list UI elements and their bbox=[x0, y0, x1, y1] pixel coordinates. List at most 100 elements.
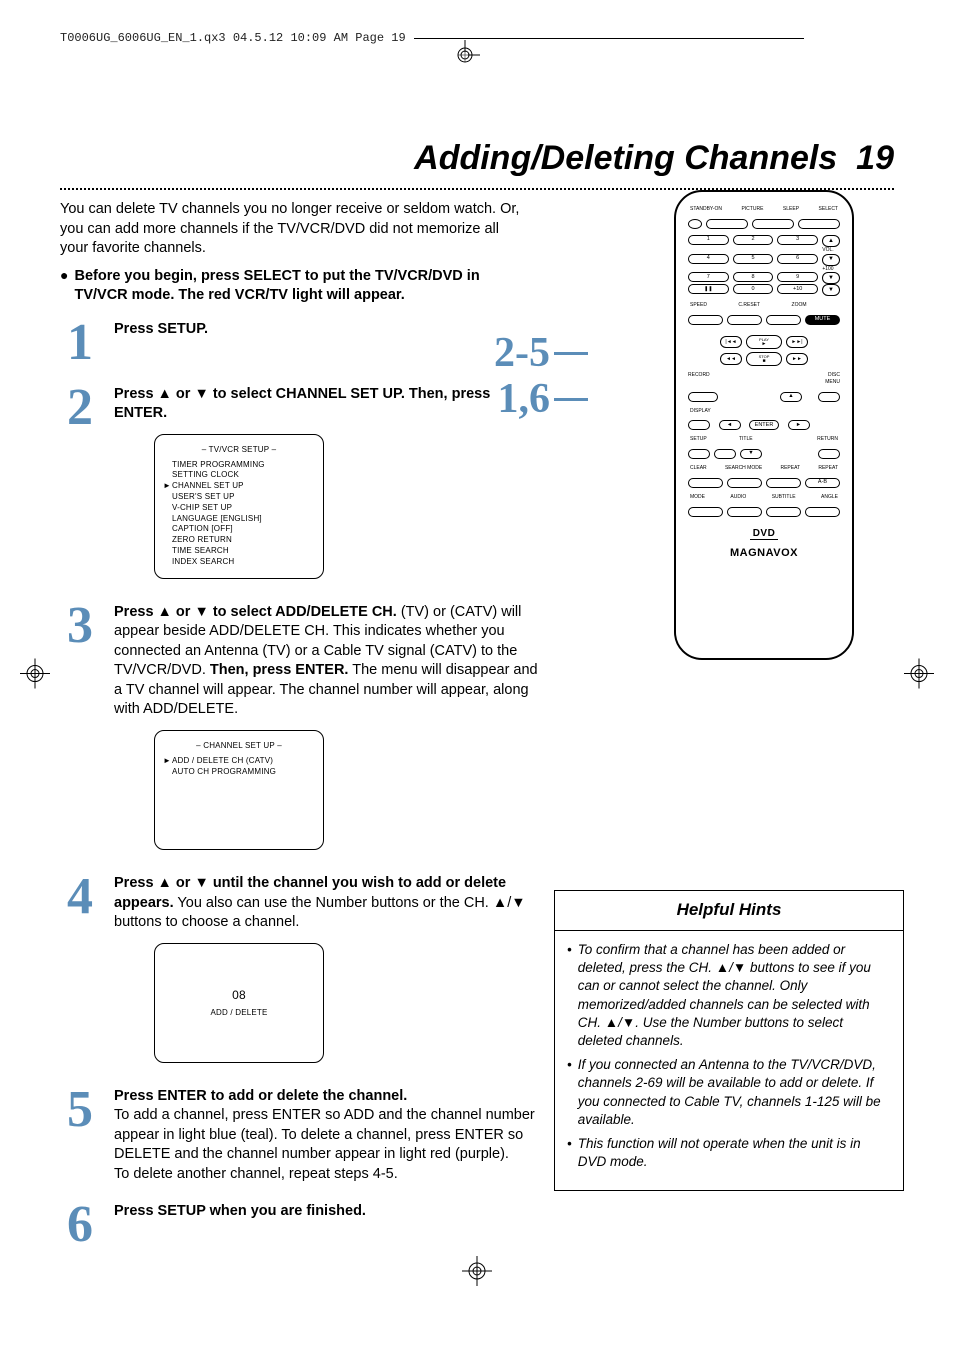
remote-row: ▲ bbox=[686, 392, 842, 402]
select-button[interactable] bbox=[798, 219, 840, 229]
hint-bullet: • bbox=[567, 1056, 572, 1129]
remote-label-row: VOL. bbox=[686, 247, 842, 254]
callout-bot-text: 1,6 bbox=[498, 376, 551, 422]
step-body: Press ▲ or ▼ to select CHANNEL SET UP. T… bbox=[114, 385, 540, 585]
callout-top: 2-5 bbox=[494, 330, 588, 376]
hint-bullet: • bbox=[567, 1135, 572, 1171]
stop-button[interactable]: STOP■ bbox=[746, 352, 782, 366]
mode-button[interactable] bbox=[688, 507, 723, 517]
clear-button[interactable] bbox=[688, 478, 723, 488]
setup-button[interactable] bbox=[688, 449, 710, 459]
num-+10-button[interactable]: +10 bbox=[777, 284, 818, 294]
step-4: 4 Press ▲ or ▼ until the channel you wis… bbox=[60, 874, 540, 1069]
num-0-button[interactable]: 0 bbox=[733, 284, 774, 294]
osd-channel-display: 08 ADD / DELETE bbox=[154, 943, 324, 1063]
skip-fwd-button[interactable]: ►►| bbox=[786, 336, 808, 348]
right-button[interactable]: ► bbox=[788, 420, 810, 430]
step-number: 6 bbox=[60, 1202, 100, 1249]
remote-row: ▼ bbox=[686, 449, 842, 459]
speed-button[interactable] bbox=[688, 315, 723, 325]
callout-top-text: 2-5 bbox=[494, 330, 550, 376]
osd-marker bbox=[163, 460, 169, 471]
audio-button[interactable] bbox=[727, 507, 762, 517]
osd-item: CAPTION [OFF] bbox=[163, 524, 315, 535]
pause-button[interactable]: ❚❚ bbox=[688, 284, 729, 294]
label-display: DISPLAY bbox=[686, 408, 842, 415]
label-sleep: SLEEP bbox=[783, 206, 799, 213]
label-setup: SETUP bbox=[690, 436, 707, 443]
num-9-button[interactable]: 9 bbox=[777, 272, 818, 282]
osd-marker bbox=[163, 514, 169, 525]
return-button[interactable] bbox=[818, 449, 840, 459]
label-record: RECORD bbox=[688, 372, 710, 386]
page-title-row: Adding/Deleting Channels 19 bbox=[60, 136, 894, 182]
title-button[interactable] bbox=[714, 449, 736, 459]
label-zoom: ZOOM bbox=[792, 302, 807, 309]
osd-header: – TV/VCR SETUP – bbox=[163, 445, 315, 456]
hint-item: •This function will not operate when the… bbox=[567, 1135, 891, 1171]
discmenu-button[interactable] bbox=[818, 392, 840, 402]
step-5-bold: Press ENTER to add or delete the channel… bbox=[114, 1088, 407, 1104]
side-label: VOL. bbox=[818, 247, 838, 254]
picture-button[interactable] bbox=[706, 219, 748, 229]
osd-item: ►CHANNEL SET UP bbox=[163, 481, 315, 492]
repeat-button[interactable] bbox=[766, 478, 801, 488]
label-title: TITLE bbox=[739, 436, 753, 443]
sleep-button[interactable] bbox=[752, 219, 794, 229]
numpad-row: 789 ▼ bbox=[686, 272, 842, 284]
num-3-button[interactable]: 3 bbox=[777, 235, 818, 245]
ch-down-button[interactable]: ▼ bbox=[822, 254, 840, 266]
step-number: 4 bbox=[60, 874, 100, 1069]
osd-marker bbox=[163, 470, 169, 481]
mute-button[interactable]: MUTE bbox=[805, 315, 840, 325]
skip-back-button[interactable]: |◄◄ bbox=[720, 336, 742, 348]
step-callouts: 2-5 1,6 bbox=[494, 330, 588, 422]
numpad-row: 123 ▲ bbox=[686, 235, 842, 247]
play-button[interactable]: PLAY► bbox=[746, 335, 782, 349]
side-label: +100 bbox=[818, 266, 838, 273]
osd-marker bbox=[163, 503, 169, 514]
creset-button[interactable] bbox=[727, 315, 762, 325]
step-5-text2: To delete another channel, repeat steps … bbox=[114, 1166, 398, 1182]
repeat-ab-button[interactable]: A-B bbox=[805, 478, 840, 488]
num-2-button[interactable]: 2 bbox=[733, 235, 774, 245]
rewind-button[interactable]: ◄◄ bbox=[720, 353, 742, 365]
vol-down-button[interactable]: ▼ bbox=[822, 284, 840, 296]
left-button[interactable]: ◄ bbox=[719, 420, 741, 430]
osd-item-text: SETTING CLOCK bbox=[172, 470, 239, 481]
osd-marker: ► bbox=[163, 481, 169, 492]
label-repeat2: REPEAT bbox=[818, 465, 838, 472]
up-button[interactable]: ▲ bbox=[780, 392, 802, 402]
dvd-logo-text: DVD bbox=[750, 528, 779, 540]
hints-list: •To confirm that a channel has been adde… bbox=[555, 931, 903, 1190]
down-button[interactable]: ▼ bbox=[740, 449, 762, 459]
page-title: Adding/Deleting Channels 19 bbox=[60, 136, 894, 182]
osd-marker: ► bbox=[163, 756, 169, 767]
standby-button[interactable] bbox=[688, 219, 702, 229]
ch-up-button[interactable]: ▲ bbox=[822, 235, 840, 247]
record-button[interactable] bbox=[688, 392, 718, 402]
osd-item: SETTING CLOCK bbox=[163, 470, 315, 481]
osd-item: LANGUAGE [ENGLISH] bbox=[163, 514, 315, 525]
osd-item-text: ZERO RETURN bbox=[172, 535, 232, 546]
enter-button[interactable]: ENTER bbox=[749, 420, 779, 430]
label-repeat: REPEAT bbox=[780, 465, 800, 472]
num-4-button[interactable]: 4 bbox=[688, 254, 729, 264]
ffwd-button[interactable]: ►► bbox=[786, 353, 808, 365]
vol-button[interactable]: ▼ bbox=[822, 272, 840, 284]
subtitle-button[interactable] bbox=[766, 507, 801, 517]
num-8-button[interactable]: 8 bbox=[733, 272, 774, 282]
osd-item: AUTO CH PROGRAMMING bbox=[163, 767, 315, 778]
num-6-button[interactable]: 6 bbox=[777, 254, 818, 264]
num-5-button[interactable]: 5 bbox=[733, 254, 774, 264]
osd-add-delete-label: ADD / DELETE bbox=[210, 1008, 267, 1019]
angle-button[interactable] bbox=[805, 507, 840, 517]
remote-label-row: +100 bbox=[686, 266, 842, 273]
searchmode-button[interactable] bbox=[727, 478, 762, 488]
display-button[interactable] bbox=[688, 420, 710, 430]
num-1-button[interactable]: 1 bbox=[688, 235, 729, 245]
osd-item: ►ADD / DELETE CH (CATV) bbox=[163, 756, 315, 767]
num-7-button[interactable]: 7 bbox=[688, 272, 729, 282]
step-number: 5 bbox=[60, 1087, 100, 1185]
zoom-button[interactable] bbox=[766, 315, 801, 325]
